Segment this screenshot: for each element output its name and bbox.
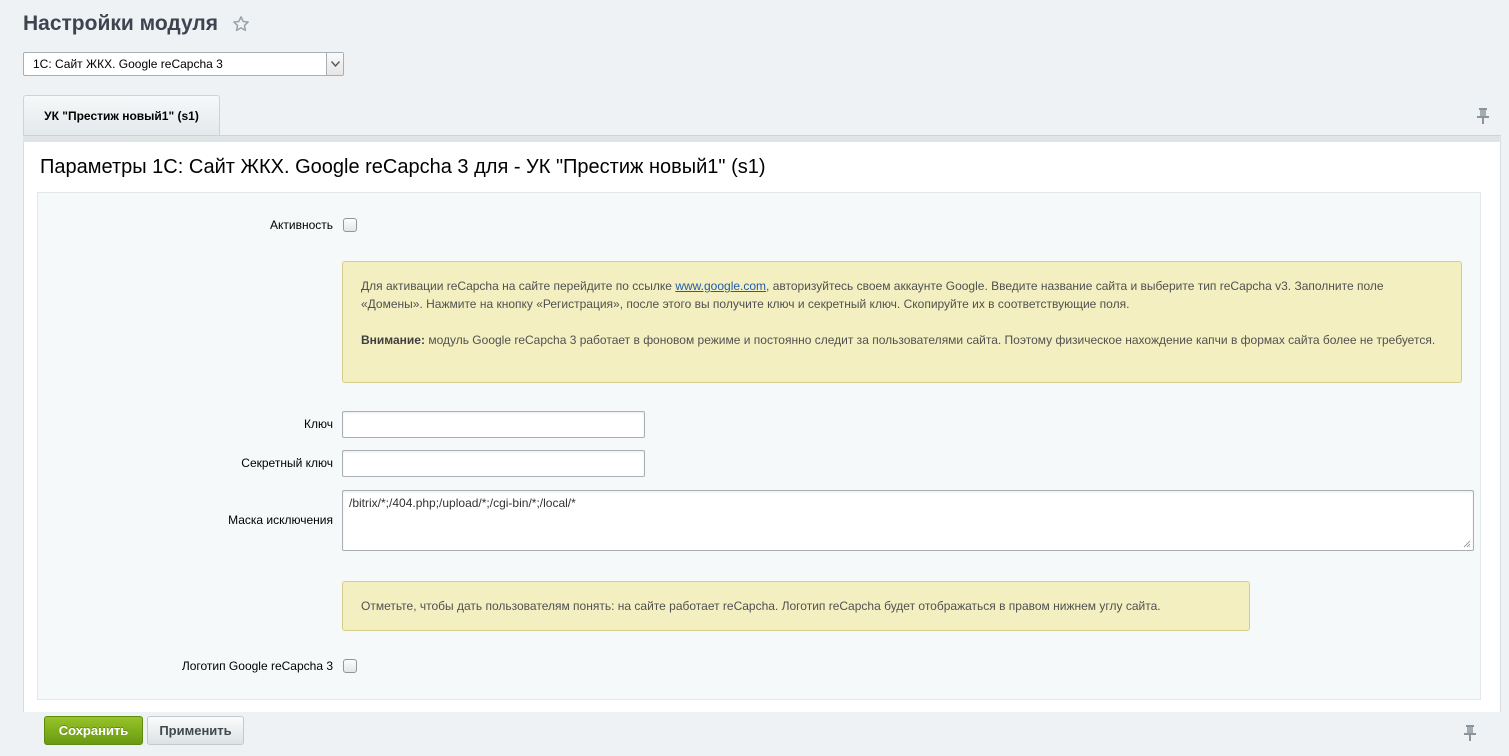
secret-key-input[interactable] — [342, 450, 645, 477]
pin-icon-bottom[interactable] — [1463, 724, 1477, 742]
apply-button[interactable]: Применить — [147, 716, 244, 745]
mask-textarea[interactable]: /bitrix/*;/404.php;/upload/*;/cgi-bin/*;… — [342, 490, 1474, 551]
key-input[interactable] — [342, 411, 645, 438]
resize-handle-icon[interactable] — [1463, 540, 1471, 548]
section-title: Параметры 1С: Сайт ЖКХ. Google reCapcha … — [40, 156, 766, 178]
secret-key-label: Секретный ключ — [241, 456, 333, 470]
save-button-label: Сохранить — [58, 723, 129, 738]
active-checkbox[interactable] — [343, 218, 357, 232]
info-note-text: Для активации reCapcha на сайте перейдит… — [361, 279, 676, 293]
google-link[interactable]: www.google.com — [675, 279, 766, 293]
logo-note-text: Отметьте, чтобы дать пользователям понят… — [361, 599, 1161, 613]
warning-paragraph: Внимание: модуль Google reCapcha 3 работ… — [361, 331, 1443, 349]
page-title: Настройки модуля — [23, 12, 219, 35]
settings-panel: Параметры 1С: Сайт ЖКХ. Google reCapcha … — [23, 142, 1501, 712]
chevron-down-icon[interactable] — [326, 53, 343, 75]
key-label: Ключ — [304, 417, 333, 431]
recaptcha-info-note: Для активации reCapcha на сайте перейдит… — [342, 261, 1462, 383]
warning-text: модуль Google reCapcha 3 работает в фоно… — [424, 333, 1436, 347]
mask-value: /bitrix/*;/404.php;/upload/*;/cgi-bin/*;… — [349, 496, 576, 510]
star-icon[interactable] — [232, 15, 250, 33]
logo-info-note: Отметьте, чтобы дать пользователям понят… — [342, 581, 1250, 631]
apply-button-label: Применить — [159, 723, 232, 738]
module-select-value: 1С: Сайт ЖКХ. Google reCapcha 3 — [33, 57, 223, 71]
logo-label: Логотип Google reCapcha 3 — [181, 659, 333, 673]
warning-label: Внимание: — [361, 333, 425, 347]
settings-form: Активность Для активации reCapcha на сай… — [37, 192, 1481, 700]
active-label: Активность — [269, 218, 333, 232]
logo-checkbox[interactable] — [343, 659, 357, 673]
mask-label: Маска исключения — [228, 513, 333, 527]
save-button[interactable]: Сохранить — [44, 716, 143, 745]
tab-label: УК "Престиж новый1" (s1) — [44, 108, 199, 123]
title-row: Настройки модуля — [23, 9, 250, 39]
pin-icon[interactable] — [1476, 107, 1490, 125]
info-note-paragraph: Для активации reCapcha на сайте перейдит… — [361, 277, 1443, 313]
module-select[interactable]: 1С: Сайт ЖКХ. Google reCapcha 3 — [23, 52, 344, 76]
tab-site-s1[interactable]: УК "Престиж новый1" (s1) — [23, 95, 220, 135]
